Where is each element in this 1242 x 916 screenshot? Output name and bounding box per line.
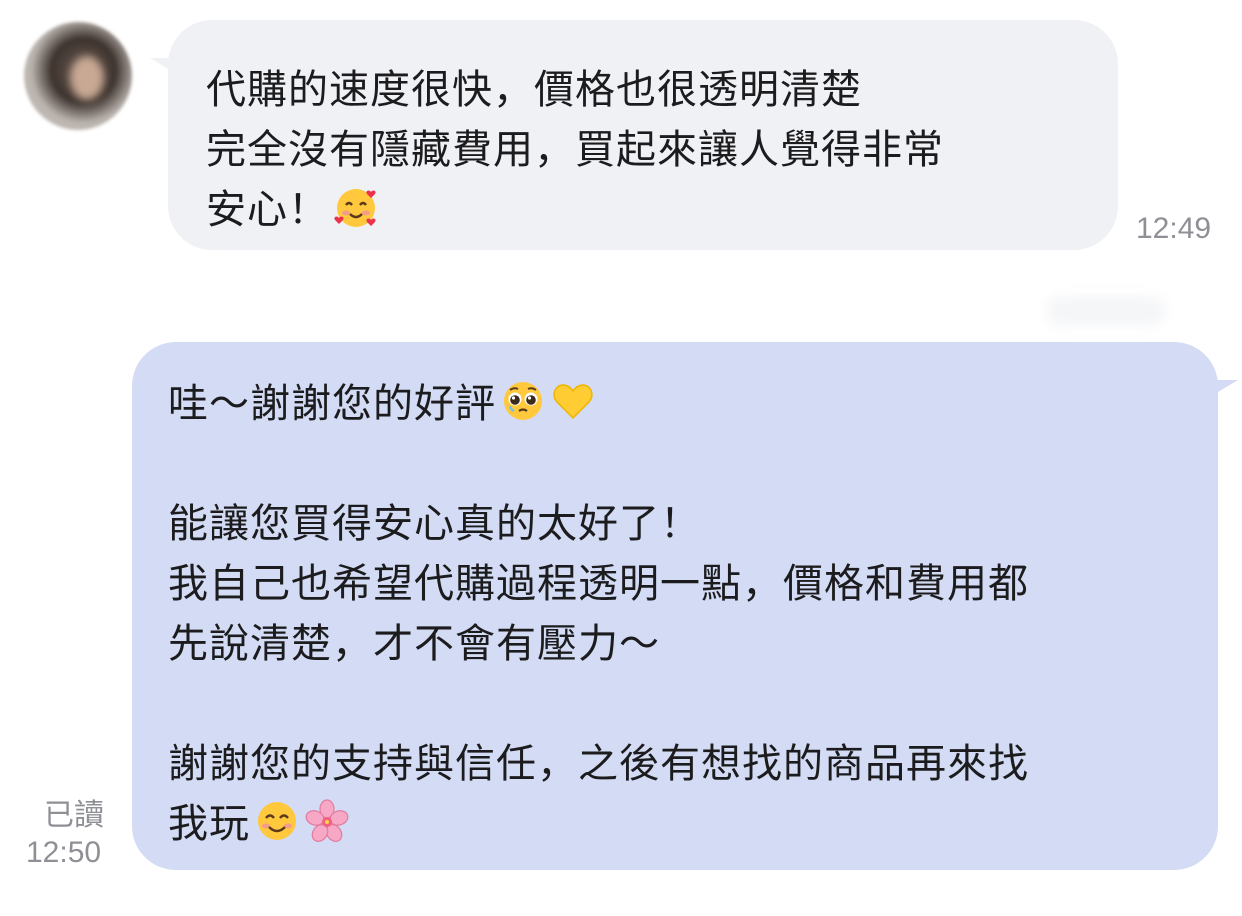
smiling-face-with-hearts-icon [334,189,376,227]
incoming-line-3-text: 安心！ [206,187,329,233]
cherry-blossom-icon [305,799,349,842]
outgoing-line-6: 我玩 [168,794,1218,854]
incoming-line-1: 代購的速度很快，價格也很透明清楚 [206,67,862,113]
incoming-line-3: 安心！ [206,180,1118,240]
outgoing-line-5: 謝謝您的支持與信任，之後有想找的商品再來找 [168,741,1029,787]
outgoing-line-1: 哇～謝謝您的好評 [168,374,1218,434]
incoming-message-bubble[interactable]: 代購的速度很快，價格也很透明清楚 完全沒有隱藏費用，買起來讓人覺得非常 安心！ [168,20,1118,250]
outgoing-line-4: 先說清楚，才不會有壓力～ [168,621,660,667]
blurred-artifact [1046,296,1166,326]
outgoing-line-2: 能讓您買得安心真的太好了！ [168,501,701,547]
outgoing-spacer-2 [168,674,1218,734]
outgoing-line-6-text: 我玩 [168,801,250,847]
avatar-face [70,56,104,100]
outgoing-spacer-1 [168,434,1218,494]
outgoing-line-1-text: 哇～謝謝您的好評 [168,381,496,427]
outgoing-line-3: 我自己也希望代購過程透明一點，價格和費用都 [168,561,1029,607]
outgoing-message-bubble[interactable]: 哇～謝謝您的好評 能讓您買得安心真的太好了！ 我自己也希望代購過程透明一點，價格… [132,342,1218,870]
pleading-face-icon [504,382,542,420]
yellow-heart-icon [553,384,593,420]
contact-avatar[interactable] [24,22,132,130]
smiling-face-icon [258,802,296,840]
read-receipt-label: 已讀 [44,799,104,832]
incoming-timestamp: 12:49 [1136,212,1212,245]
outgoing-timestamp: 12:50 [26,836,102,869]
incoming-line-2: 完全沒有隱藏費用，買起來讓人覺得非常 [206,127,944,173]
